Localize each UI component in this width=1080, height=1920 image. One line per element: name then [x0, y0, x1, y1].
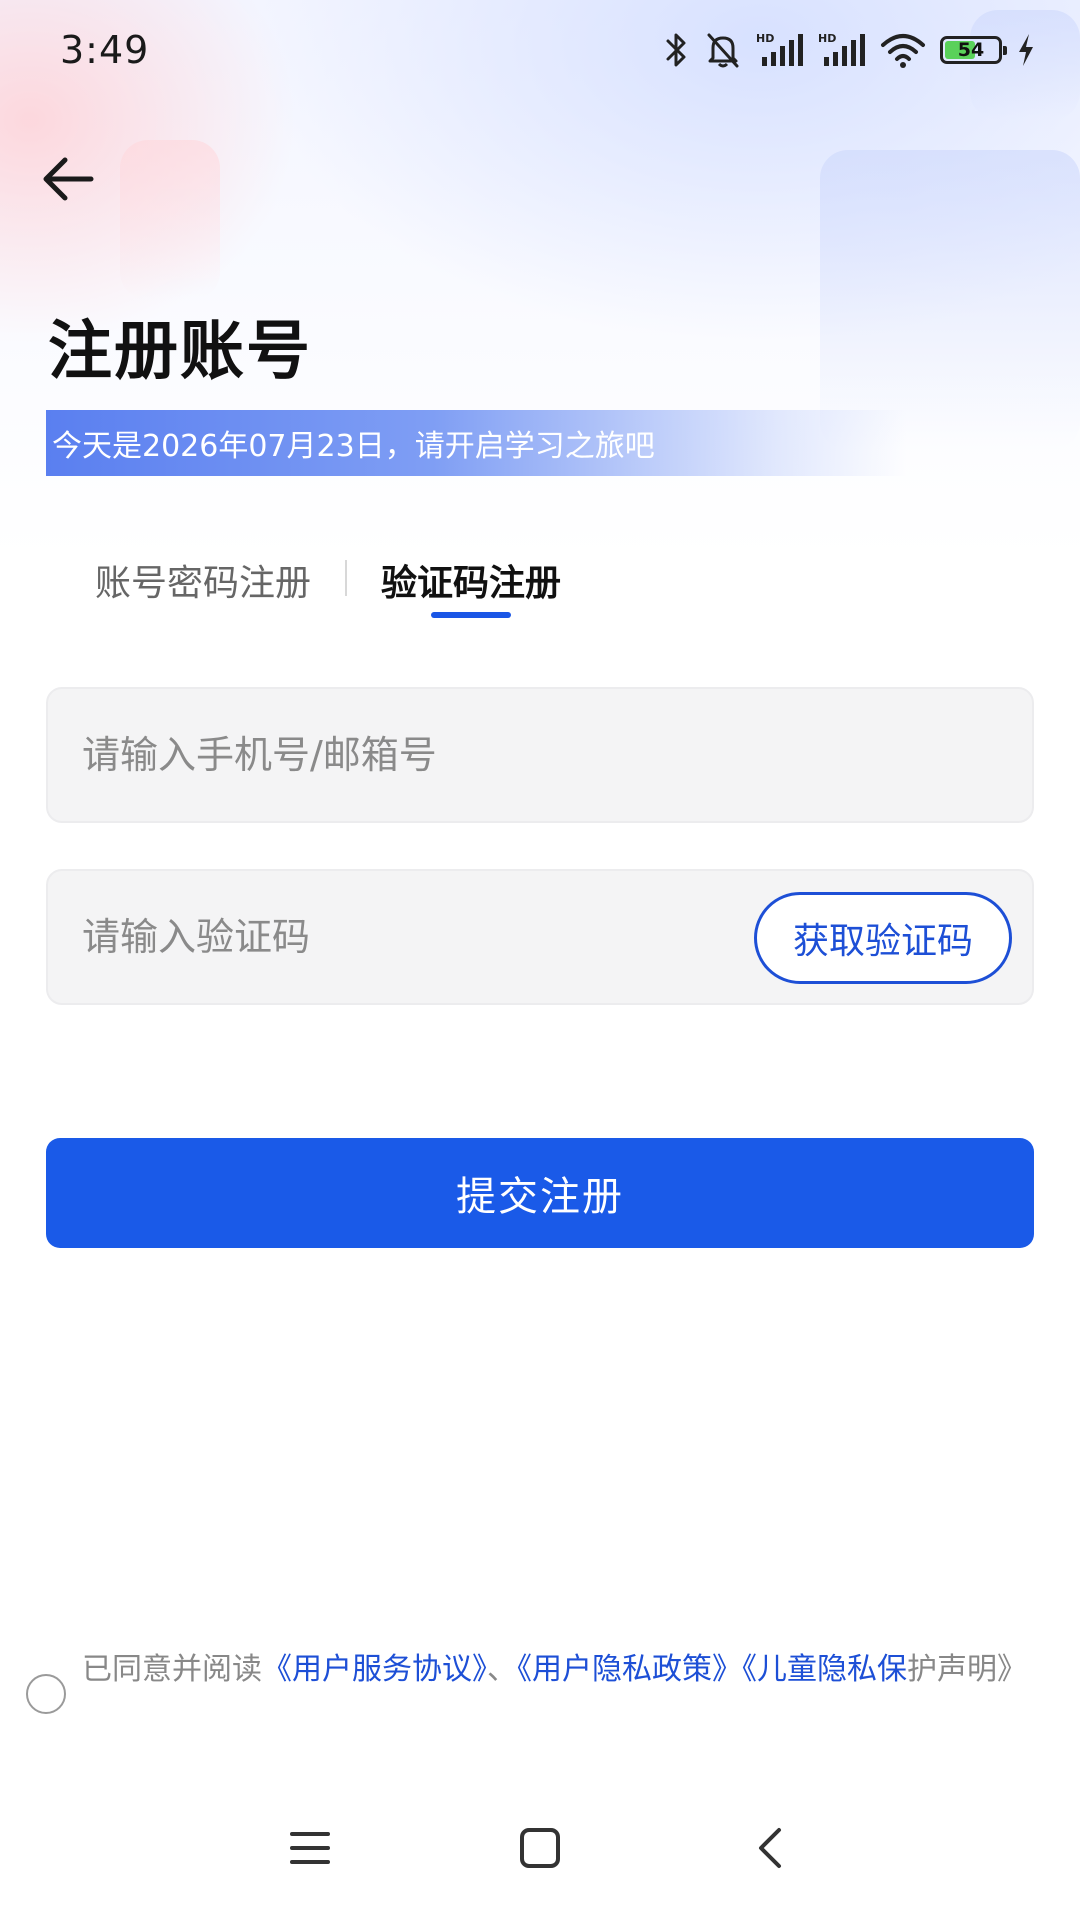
system-nav-bar	[0, 1800, 1080, 1900]
status-time: 3:49	[60, 28, 150, 72]
tab-password-register[interactable]: 账号密码注册	[95, 548, 311, 618]
agreement: 已同意并阅读《用户服务协议》、《用户隐私政策》《儿童隐私保护声明》	[26, 1648, 1066, 1714]
account-field	[46, 687, 1034, 823]
battery-level: 54	[957, 39, 985, 61]
tab-divider	[345, 560, 348, 596]
tab-label: 账号密码注册	[95, 563, 312, 604]
agreement-separator: 、	[487, 1652, 517, 1687]
mute-icon	[704, 30, 742, 70]
wifi-icon	[880, 30, 926, 70]
submit-register-button[interactable]: 提交注册	[46, 1138, 1034, 1248]
account-input[interactable]	[82, 733, 722, 777]
svg-text:HD: HD	[756, 32, 774, 45]
agreement-prefix: 已同意并阅读	[82, 1652, 262, 1687]
code-input[interactable]	[82, 915, 642, 959]
background-decoration	[120, 140, 220, 300]
page-title: 注册账号	[48, 315, 312, 389]
tab-code-register[interactable]: 验证码注册	[381, 548, 561, 618]
background-decoration	[820, 150, 1080, 450]
children-privacy-link[interactable]: 《儿童隐私保	[742, 1652, 907, 1687]
signal-hd-icon: HD	[756, 30, 804, 70]
nav-menu-button[interactable]	[275, 1815, 345, 1885]
user-agreement-link[interactable]: 《用户服务协议》	[262, 1652, 487, 1687]
signal-hd-icon: HD	[818, 30, 866, 70]
nav-back-button[interactable]	[735, 1815, 805, 1885]
svg-text:HD: HD	[818, 32, 836, 45]
back-icon	[755, 1826, 785, 1874]
tab-label: 验证码注册	[381, 563, 562, 604]
arrow-left-icon	[39, 149, 99, 213]
battery-icon: 54	[940, 36, 1007, 64]
charging-icon	[1016, 30, 1036, 70]
menu-icon	[288, 1828, 332, 1872]
nav-home-button[interactable]	[505, 1815, 575, 1885]
children-privacy-rest: 护声明》	[907, 1652, 1027, 1687]
bluetooth-icon	[664, 30, 690, 70]
agreement-text: 已同意并阅读《用户服务协议》、《用户隐私政策》《儿童隐私保护声明》	[82, 1648, 1062, 1692]
register-tabs: 账号密码注册 验证码注册	[95, 548, 561, 628]
code-field: 获取验证码	[46, 869, 1034, 1005]
get-code-button[interactable]: 获取验证码	[754, 892, 1012, 984]
status-icons: HD HD 54	[664, 30, 1036, 70]
privacy-policy-link[interactable]: 《用户隐私政策》	[517, 1652, 742, 1687]
date-banner: 今天是2026年07月23日，请开启学习之旅吧	[46, 410, 906, 476]
back-button[interactable]	[36, 148, 102, 214]
home-icon	[518, 1826, 562, 1874]
date-banner-text: 今天是2026年07月23日，请开启学习之旅吧	[52, 429, 655, 464]
agree-checkbox[interactable]	[26, 1674, 66, 1714]
status-bar: 3:49 HD HD 54	[0, 0, 1080, 100]
